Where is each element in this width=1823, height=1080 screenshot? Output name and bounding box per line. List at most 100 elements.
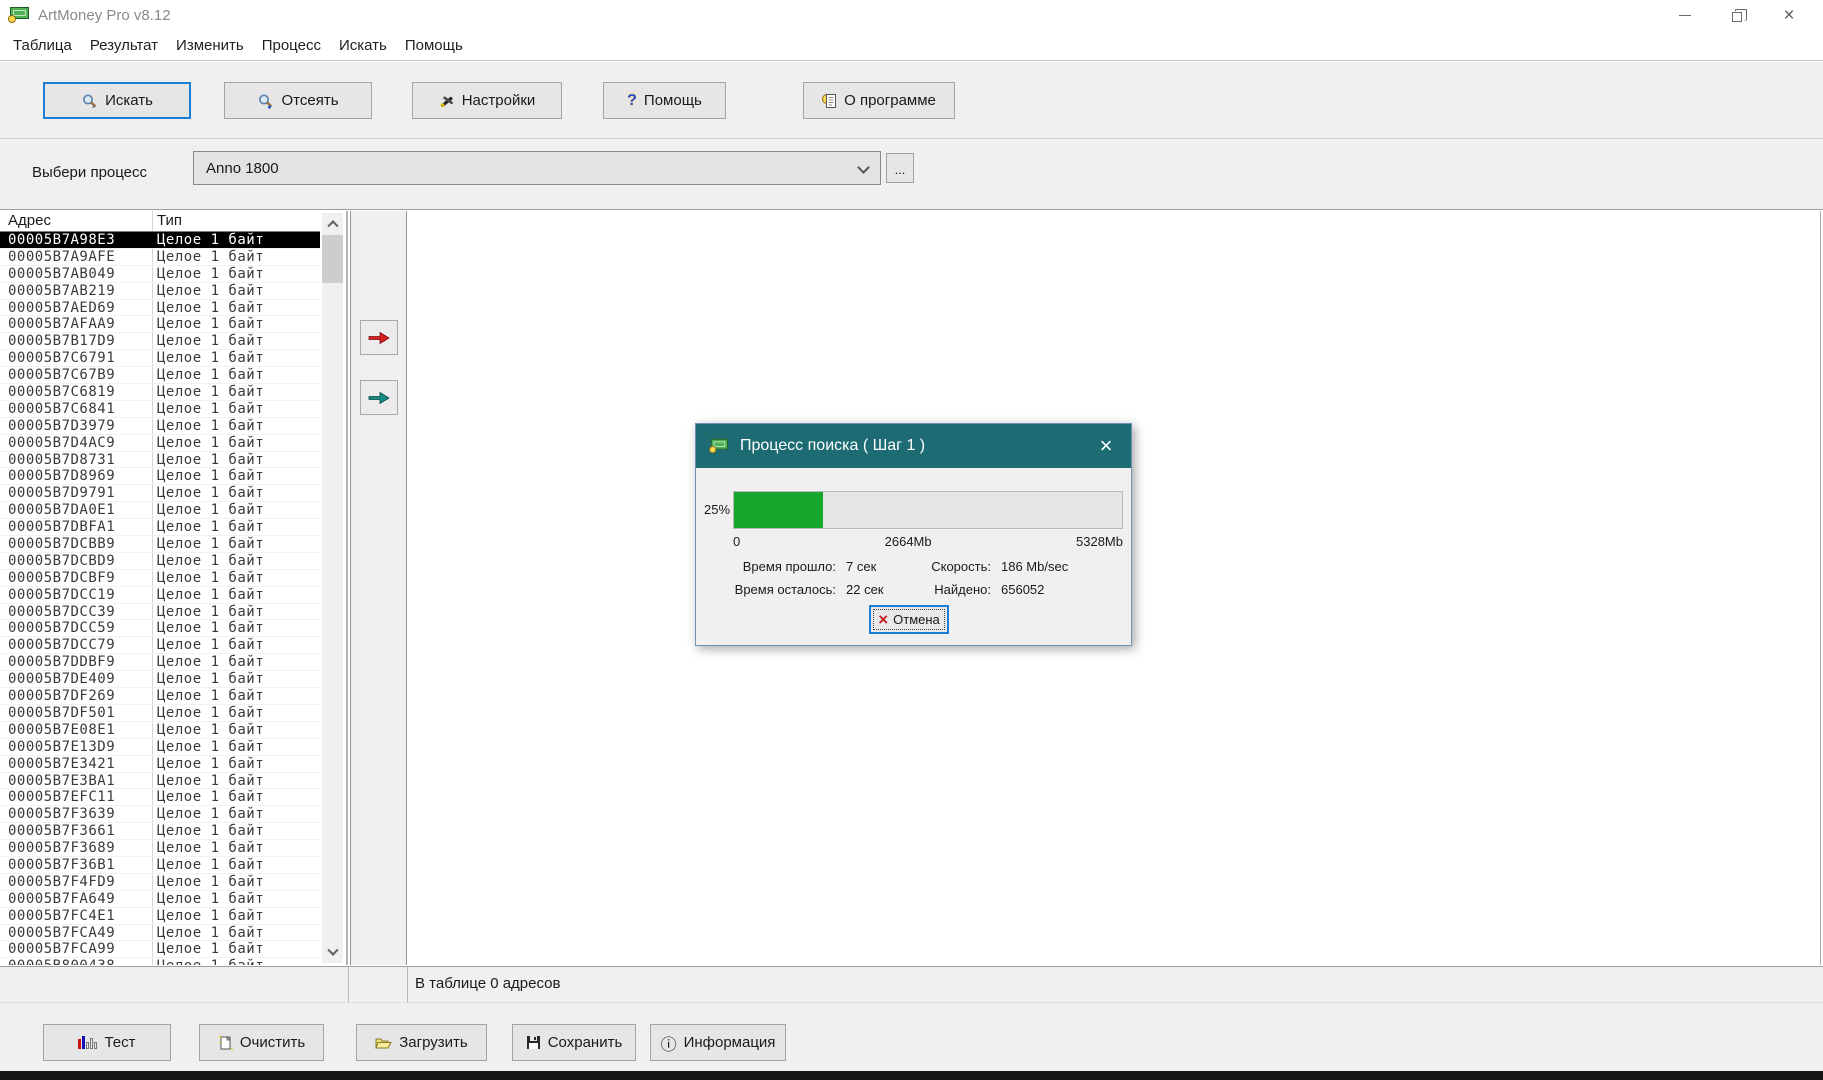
- table-row[interactable]: 00005B7DBFA1 Целое 1 байт: [0, 519, 320, 537]
- table-row[interactable]: 00005B7D8731 Целое 1 байт: [0, 452, 320, 469]
- dialog-title-bar[interactable]: Процесс поиска ( Шаг 1 ): [696, 424, 1131, 468]
- table-row[interactable]: 00005B7DDBF9 Целое 1 байт: [0, 654, 320, 672]
- table-row[interactable]: 00005B7D9791 Целое 1 байт: [0, 485, 320, 503]
- dialog-close-button[interactable]: ×: [1081, 424, 1131, 468]
- table-row[interactable]: 00005B7FCA49 Целое 1 байт: [0, 925, 320, 942]
- table-row[interactable]: 00005B7FC4E1 Целое 1 байт: [0, 908, 320, 925]
- address-cell: 00005B7F3661: [8, 823, 116, 840]
- table-row[interactable]: 00005B7E13D9 Целое 1 байт: [0, 739, 320, 756]
- minimize-button[interactable]: [1659, 0, 1711, 30]
- save-button[interactable]: Сохранить: [512, 1024, 636, 1061]
- address-cell: 00005B7D8969: [8, 468, 116, 485]
- settings-button[interactable]: Настройки: [412, 82, 562, 119]
- table-row[interactable]: 00005B7D8969 Целое 1 байт: [0, 468, 320, 486]
- type-cell: Целое 1 байт: [157, 806, 265, 823]
- column-header-address[interactable]: Адрес: [8, 212, 51, 229]
- table-row[interactable]: 00005B7D4AC9 Целое 1 байт: [0, 435, 320, 452]
- type-cell: Целое 1 байт: [157, 468, 265, 485]
- table-row[interactable]: 00005B7DCC79 Целое 1 байт: [0, 637, 320, 655]
- table-row[interactable]: 00005B7C6819 Целое 1 байт: [0, 384, 320, 401]
- bottom-edge-strip: [0, 1071, 1823, 1080]
- type-cell: Целое 1 байт: [157, 333, 265, 350]
- window-title: ArtMoney Pro v8.12: [38, 6, 171, 24]
- process-browse-button[interactable]: ...: [886, 153, 914, 183]
- table-row[interactable]: 00005B7DCBF9 Целое 1 байт: [0, 570, 320, 587]
- type-cell: Целое 1 байт: [157, 232, 265, 248]
- filter-button[interactable]: Отсеять: [224, 82, 372, 119]
- table-row[interactable]: 00005B7A98E3 Целое 1 байт: [0, 232, 320, 249]
- menu-edit[interactable]: Изменить: [167, 37, 253, 54]
- table-row[interactable]: 00005B7C67B9 Целое 1 байт: [0, 367, 320, 385]
- table-row[interactable]: 00005B7D3979 Целое 1 байт: [0, 418, 320, 435]
- table-row[interactable]: 00005B7AFAA9 Целое 1 байт: [0, 316, 320, 334]
- table-row[interactable]: 00005B7DE409 Целое 1 байт: [0, 671, 320, 689]
- table-row[interactable]: 00005B7B17D9 Целое 1 байт: [0, 333, 320, 351]
- type-cell: Целое 1 байт: [157, 738, 265, 755]
- table-row[interactable]: 00005B7FA649 Целое 1 байт: [0, 891, 320, 908]
- cancel-button[interactable]: × Отмена: [869, 605, 949, 634]
- menu-search[interactable]: Искать: [330, 37, 396, 54]
- table-row[interactable]: 00005B7DCC39 Целое 1 байт: [0, 604, 320, 621]
- address-cell: 00005B7E3BA1: [8, 772, 116, 789]
- address-cell: 00005B7DA0E1: [8, 502, 116, 519]
- table-row[interactable]: 00005B7DF269 Целое 1 байт: [0, 688, 320, 705]
- table-row[interactable]: 00005B7AB049 Целое 1 байт: [0, 266, 320, 283]
- address-cell: 00005B7AB049: [8, 265, 116, 282]
- menu-help[interactable]: Помощь: [396, 37, 472, 54]
- table-row[interactable]: 00005B7C6841 Целое 1 байт: [0, 401, 320, 418]
- table-row[interactable]: 00005B7E08E1 Целое 1 байт: [0, 722, 320, 739]
- scroll-down-button[interactable]: [322, 943, 343, 963]
- address-cell: 00005B7F3639: [8, 806, 116, 823]
- table-row[interactable]: 00005B7DCBD9 Целое 1 байт: [0, 553, 320, 570]
- clear-button[interactable]: Очистить: [199, 1024, 324, 1061]
- help-button[interactable]: ? Помощь: [603, 82, 726, 119]
- table-row[interactable]: 00005B7DCBB9 Целое 1 байт: [0, 536, 320, 553]
- move-all-button[interactable]: [360, 380, 398, 415]
- close-button[interactable]: ×: [1763, 0, 1815, 30]
- scrollbar-thumb[interactable]: [322, 235, 343, 283]
- table-scrollbar[interactable]: [322, 213, 343, 963]
- type-cell: Целое 1 байт: [157, 569, 265, 586]
- scale-start: 0: [733, 534, 741, 549]
- about-button[interactable]: О программе: [803, 82, 955, 119]
- type-cell: Целое 1 байт: [157, 417, 265, 434]
- table-row[interactable]: 00005B7E3BA1 Целое 1 байт: [0, 773, 320, 790]
- search-button[interactable]: Искать: [43, 82, 191, 119]
- table-row[interactable]: 00005B7AB219 Целое 1 байт: [0, 283, 320, 300]
- table-row[interactable]: 00005B7F3639 Целое 1 байт: [0, 806, 320, 824]
- address-cell: 00005B7DF269: [8, 688, 116, 705]
- table-row[interactable]: 00005B7A9AFE Целое 1 байт: [0, 249, 320, 266]
- address-cell: 00005B7B17D9: [8, 333, 116, 350]
- table-row[interactable]: 00005B7AED69 Целое 1 байт: [0, 300, 320, 317]
- load-button[interactable]: Загрузить: [356, 1024, 487, 1061]
- process-combobox[interactable]: Anno 1800: [193, 151, 881, 185]
- info-button[interactable]: ⓘ Информация: [650, 1024, 786, 1061]
- table-row[interactable]: 00005B7EFC11 Целое 1 байт: [0, 789, 320, 807]
- table-row[interactable]: 00005B7F3661 Целое 1 байт: [0, 823, 320, 841]
- type-cell: Целое 1 байт: [157, 350, 265, 367]
- table-row[interactable]: 00005B800438 Целое 1 байт: [0, 958, 320, 965]
- speed-value: 186 Mb/sec: [1001, 559, 1069, 574]
- menu-table[interactable]: Таблица: [4, 37, 81, 54]
- table-row[interactable]: 00005B7F3689 Целое 1 байт: [0, 840, 320, 857]
- table-row[interactable]: 00005B7DF501 Целое 1 байт: [0, 705, 320, 722]
- table-row[interactable]: 00005B7F4FD9 Целое 1 байт: [0, 874, 320, 891]
- test-button[interactable]: Тест: [43, 1024, 171, 1061]
- chevron-down-icon: [326, 944, 339, 956]
- table-row[interactable]: 00005B7F36B1 Целое 1 байт: [0, 857, 320, 874]
- table-row[interactable]: 00005B7DA0E1 Целое 1 байт: [0, 502, 320, 520]
- table-row[interactable]: 00005B7C6791 Целое 1 байт: [0, 350, 320, 368]
- menu-process[interactable]: Процесс: [253, 37, 330, 54]
- address-cell: 00005B7E3421: [8, 755, 116, 772]
- move-to-table-button[interactable]: [360, 320, 398, 355]
- column-header-type[interactable]: Тип: [157, 212, 182, 229]
- scroll-up-button[interactable]: [322, 213, 343, 233]
- table-row[interactable]: 00005B7DCC59 Целое 1 байт: [0, 620, 320, 638]
- menu-result[interactable]: Результат: [81, 37, 167, 54]
- dialog-title: Процесс поиска ( Шаг 1 ): [740, 437, 926, 454]
- table-row[interactable]: 00005B7DCC19 Целое 1 байт: [0, 587, 320, 604]
- table-row[interactable]: 00005B7FCA99 Целое 1 байт: [0, 941, 320, 959]
- title-bar: ArtMoney Pro v8.12 ×: [0, 0, 1823, 30]
- table-row[interactable]: 00005B7E3421 Целое 1 байт: [0, 756, 320, 773]
- maximize-button[interactable]: [1711, 0, 1763, 30]
